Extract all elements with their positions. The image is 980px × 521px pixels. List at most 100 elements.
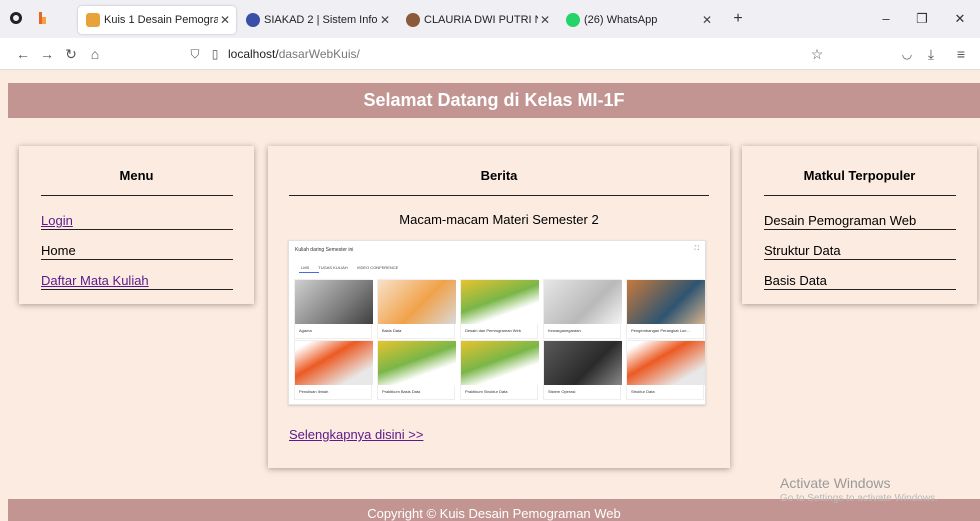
forward-arrow-icon[interactable]: → (38, 45, 56, 63)
footer-text: Copyright © Kuis Desain Pemograman Web (367, 506, 621, 521)
divider (289, 195, 709, 196)
page-header: Selamat Datang di Kelas MI-1F (8, 83, 980, 118)
tab-siakad[interactable]: SIAKAD 2 | Sistem Informasi Ak ✕ (238, 6, 396, 34)
home-icon[interactable]: ⌂ (86, 45, 104, 63)
popular-panel: Matkul Terpopuler Desain Pemograman Web … (742, 146, 977, 304)
tab-whatsapp[interactable]: (26) WhatsApp ✕ (558, 6, 718, 34)
divider (41, 229, 233, 230)
url-bar[interactable]: localhost/dasarWebKuis/ (228, 46, 360, 62)
menu-icon[interactable]: ≡ (952, 45, 970, 63)
course-image (627, 341, 705, 385)
close-tab-icon[interactable]: ✕ (702, 6, 712, 34)
close-tab-icon[interactable]: ✕ (540, 6, 550, 34)
course-tile: Sistem Operasi (543, 340, 622, 400)
close-tab-icon[interactable]: ✕ (380, 6, 390, 34)
page-icon[interactable]: ▯ (206, 45, 224, 63)
tab-kuis[interactable]: Kuis 1 Desain Pemograman We ✕ (78, 6, 236, 34)
course-caption: Desain dan Pemrograman Web (465, 328, 521, 333)
lms-tab: VIDEO CONFERENCE (356, 265, 399, 270)
navigation-bar: ← → ↻ ⌂ ⛉ ▯ localhost/dasarWebKuis/ ☆ ◡ … (0, 38, 980, 70)
course-tile: Pengembangan Perangkat Lun... (626, 279, 705, 339)
course-image (544, 341, 622, 385)
tab-favicon-icon (566, 13, 580, 27)
divider (41, 195, 233, 196)
course-tile: Basis Data (377, 279, 456, 339)
pocket-icon[interactable]: ◡ (898, 45, 916, 63)
expand-icon: ⛶ (694, 246, 699, 252)
course-caption: Sistem Operasi (548, 389, 576, 394)
course-image (295, 341, 373, 385)
shield-icon[interactable]: ⛉ (186, 45, 204, 63)
divider (764, 195, 956, 196)
menu-item-daftar-mata-kuliah[interactable]: Daftar Mata Kuliah (41, 273, 149, 289)
download-icon[interactable]: ⤓ (922, 45, 940, 63)
divider (41, 259, 233, 260)
close-window-icon[interactable]: ✕ (952, 11, 968, 27)
more-link[interactable]: Selengkapnya disini >> (289, 427, 423, 443)
course-caption: Praktikum Basis Data (382, 389, 421, 394)
course-caption: Pengembangan Perangkat Lun... (631, 328, 690, 333)
tab-label: CLAURIA DWI PUTRI NABILLAH (424, 14, 538, 26)
popular-item: Desain Pemograman Web (764, 213, 917, 228)
tab-label: SIAKAD 2 | Sistem Informasi Ak (264, 14, 378, 26)
course-tile: Desain dan Pemrograman Web (460, 279, 539, 339)
course-tile: Agama (294, 279, 373, 339)
divider (764, 289, 956, 290)
course-image (378, 341, 456, 385)
tab-favicon-icon (246, 13, 260, 27)
tab-favicon-icon (406, 13, 420, 27)
berita-subtitle: Macam-macam Materi Semester 2 (399, 212, 599, 227)
github-icon[interactable] (8, 11, 24, 27)
course-caption: Basis Data (382, 328, 402, 333)
lms-tabs: LMS TUGAS KULIAH VIDEO CONFERENCE (301, 265, 406, 270)
lms-tab: TUGAS KULIAH (318, 265, 348, 270)
course-tile: Praktikum Basis Data (377, 340, 456, 400)
url-host: localhost/ (228, 47, 279, 61)
course-tile: Praktikum Struktur Data (460, 340, 539, 400)
course-image (378, 280, 456, 324)
divider (764, 259, 956, 260)
minimize-icon[interactable]: – (878, 11, 894, 27)
course-image (295, 280, 373, 324)
course-caption: Kewarganegaraan (548, 328, 581, 333)
course-tile: Penulisan Ilmiah (294, 340, 373, 400)
course-image (461, 341, 539, 385)
menu-item-home[interactable]: Home (41, 243, 76, 259)
menu-heading: Menu (119, 168, 154, 183)
app-icon[interactable] (34, 11, 50, 27)
new-tab-icon[interactable]: + (730, 11, 746, 27)
tab-label: Kuis 1 Desain Pemograman We (104, 14, 218, 26)
bookmark-star-icon[interactable]: ☆ (808, 45, 826, 63)
tab-favicon-icon (86, 13, 100, 27)
menu-panel: Menu Login Home Daftar Mata Kuliah (19, 146, 254, 304)
close-tab-icon[interactable]: ✕ (220, 6, 230, 34)
back-arrow-icon[interactable]: ← (14, 45, 32, 63)
course-tile: Kewarganegaraan (543, 279, 622, 339)
course-caption: Agama (299, 328, 312, 333)
activation-watermark-sub: Go to Settings to activate Windows. (780, 493, 938, 504)
course-image (461, 280, 539, 324)
berita-heading: Berita (480, 168, 518, 183)
popular-heading: Matkul Terpopuler (803, 168, 916, 183)
lms-tab-underline (299, 272, 319, 273)
restore-icon[interactable]: ❐ (914, 11, 930, 27)
tab-clauria[interactable]: CLAURIA DWI PUTRI NABILLAH ✕ (398, 6, 556, 34)
course-caption: Praktikum Struktur Data (465, 389, 508, 394)
lms-title: Kuliah daring Semester ini (295, 247, 354, 253)
popular-item: Basis Data (764, 273, 827, 288)
activation-watermark: Activate Windows (780, 475, 891, 491)
divider (764, 229, 956, 230)
lms-screenshot-image: Kuliah daring Semester ini ⛶ LMS TUGAS K… (288, 240, 706, 405)
course-image (627, 280, 705, 324)
course-image (544, 280, 622, 324)
browser-chrome: Kuis 1 Desain Pemograman We ✕ SIAKAD 2 |… (0, 0, 980, 70)
page-title: Selamat Datang di Kelas MI-1F (363, 90, 625, 110)
course-tile: Struktur Data (626, 340, 705, 400)
tab-label: (26) WhatsApp (584, 14, 658, 26)
divider (41, 289, 233, 290)
url-path: dasarWebKuis/ (278, 47, 360, 61)
tab-bar: Kuis 1 Desain Pemograman We ✕ SIAKAD 2 |… (0, 0, 980, 38)
popular-item: Struktur Data (764, 243, 841, 258)
reload-icon[interactable]: ↻ (62, 45, 80, 63)
menu-item-login[interactable]: Login (41, 213, 73, 229)
